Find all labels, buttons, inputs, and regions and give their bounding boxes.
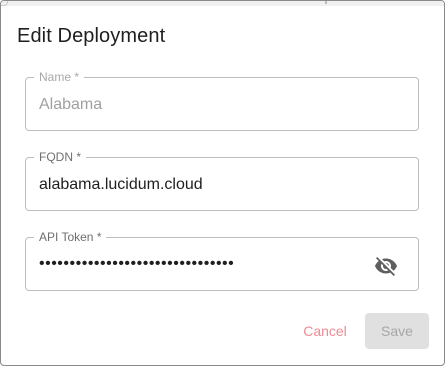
dialog-title: Edit Deployment: [17, 25, 166, 47]
fqdn-field[interactable]: FQDN * alabama.lucidum.cloud: [25, 150, 419, 211]
fqdn-field-value[interactable]: alabama.lucidum.cloud: [39, 175, 203, 195]
api-token-field[interactable]: API Token * ••••••••••••••••••••••••••••…: [25, 230, 419, 291]
save-button[interactable]: Save: [365, 313, 429, 349]
fqdn-field-label: FQDN *: [34, 150, 86, 164]
name-field-value: Alabama: [39, 96, 103, 113]
api-token-field-value[interactable]: ••••••••••••••••••••••••••••••••: [39, 254, 234, 274]
background-decoration: [1, 1, 8, 6]
edit-deployment-dialog: Edit Deployment Name * Alabama FQDN * al…: [0, 0, 445, 366]
background-decoration: [322, 1, 327, 4]
background-strip: [1, 1, 444, 6]
cancel-button[interactable]: Cancel: [293, 313, 357, 349]
name-field-label: Name *: [34, 70, 85, 84]
name-field: Name * Alabama: [25, 70, 419, 131]
eye-off-icon[interactable]: [374, 254, 398, 278]
api-token-field-label: API Token *: [34, 230, 107, 244]
